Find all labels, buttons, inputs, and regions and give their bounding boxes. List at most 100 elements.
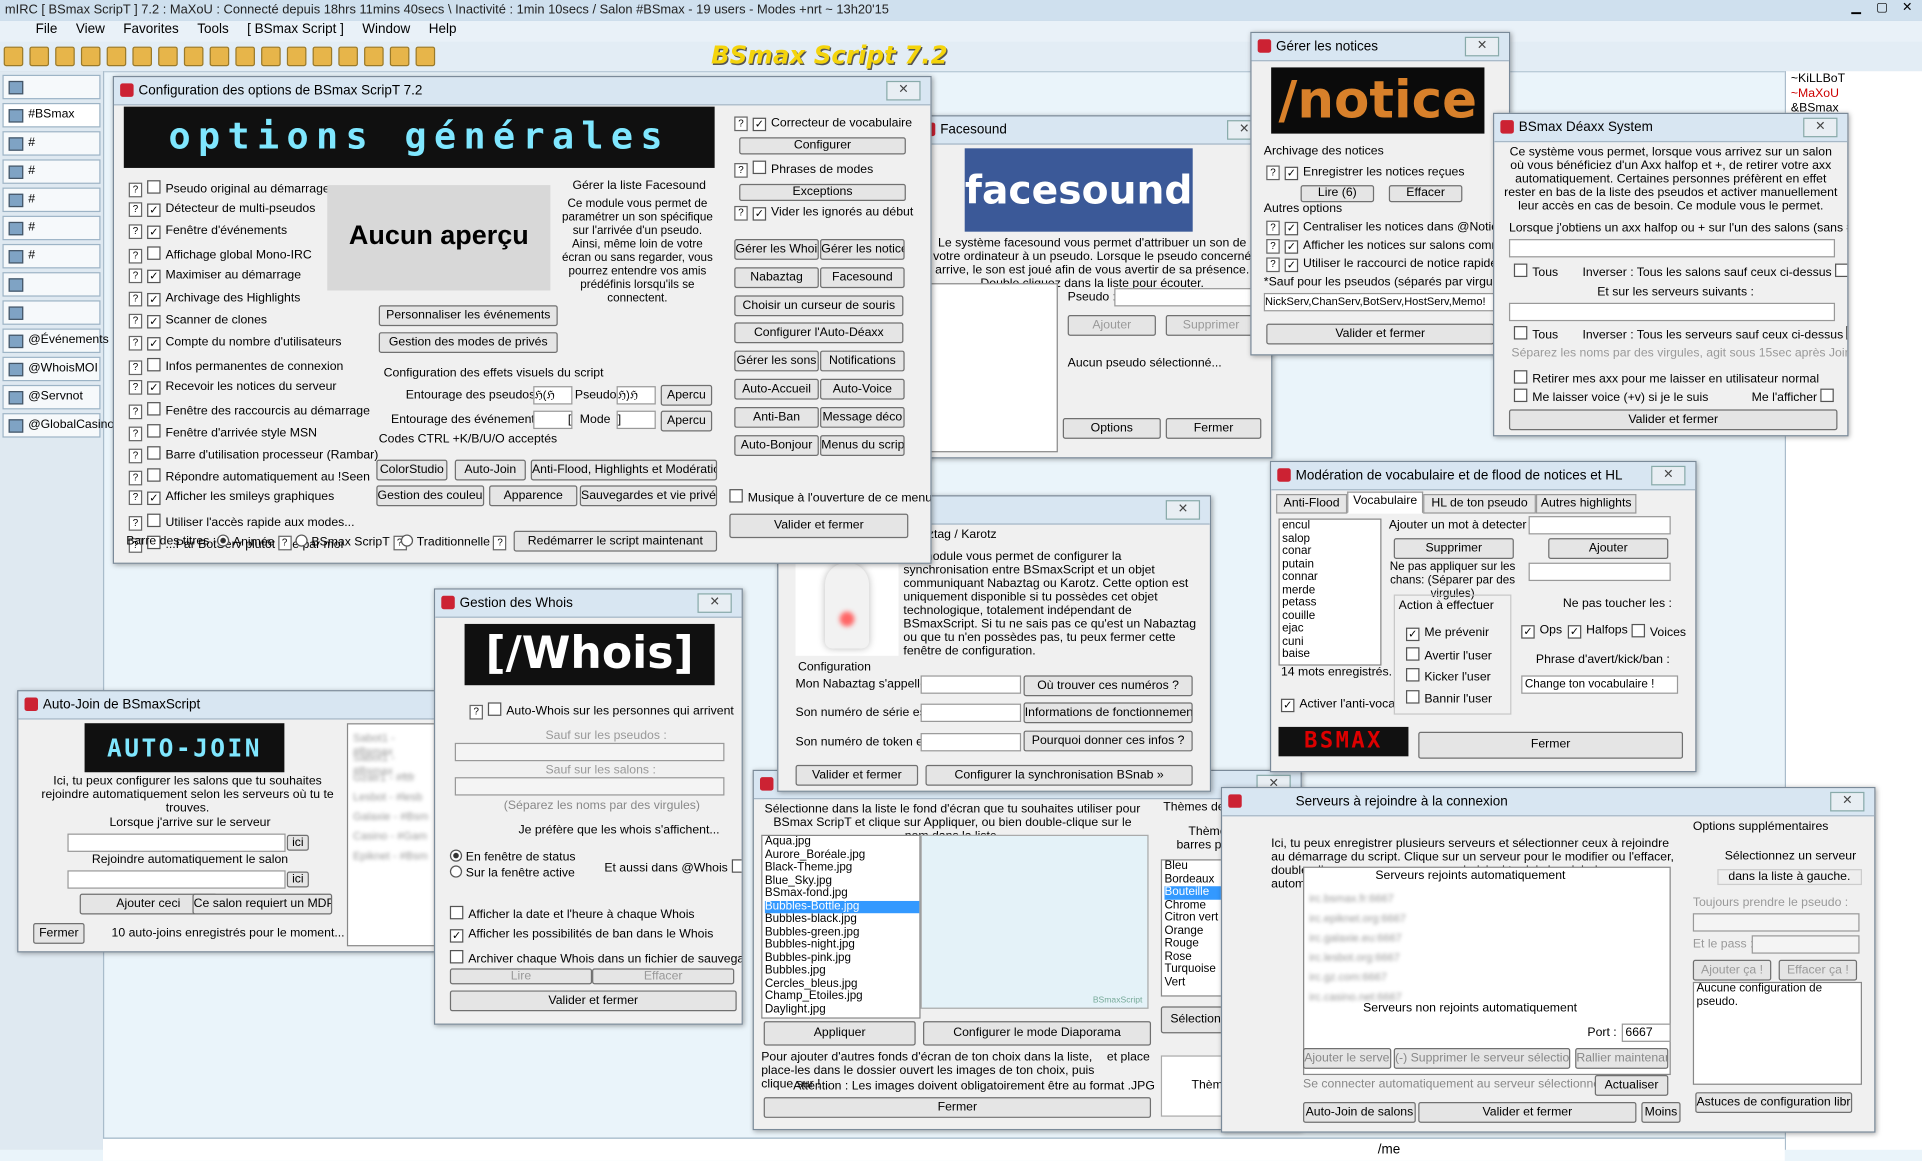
phrase-input[interactable]: Change ton vocabulaire ! (Ins: [1521, 675, 1679, 694]
nabaztag-serial-input[interactable]: [920, 703, 1022, 722]
close-icon[interactable]: ✕: [1902, 1, 1912, 14]
aussi-whois-check[interactable]: Et aussi dans @Whois: [604, 859, 742, 875]
appearance-button[interactable]: Apparence: [489, 485, 578, 507]
wallpaper-item[interactable]: Bubbles-black.jpg: [765, 913, 919, 926]
menu-file[interactable]: File: [28, 21, 64, 38]
option-grid-button[interactable]: Auto-Voice: [820, 378, 905, 400]
nabaztag-b1[interactable]: Où trouver ces numéros ?: [1023, 675, 1193, 697]
switchbar-item[interactable]: @WhoisMOI: [2, 356, 101, 382]
option-grid-button[interactable]: Notifications: [820, 350, 905, 372]
radio-bsmax[interactable]: BSmax ScripT ?: [295, 534, 411, 551]
menu-view[interactable]: View: [68, 21, 112, 38]
deaxx-close-icon[interactable]: ✕: [1803, 117, 1838, 138]
options-icon[interactable]: [29, 46, 50, 67]
correcteur-check[interactable]: ? ✓ Correcteur de vocabulaire: [734, 116, 912, 132]
wallpaper-item[interactable]: Bubbles.jpg: [765, 964, 919, 978]
help-icon[interactable]: ?: [128, 471, 143, 486]
help-icon[interactable]: ?: [128, 335, 143, 351]
menu-window[interactable]: Window: [355, 21, 418, 38]
servers-port-input[interactable]: 6667: [1621, 1023, 1671, 1042]
notify-icon[interactable]: [286, 46, 307, 67]
option-check[interactable]: ? Répondre automatiquement au !Seen: [128, 468, 370, 486]
vocab-chans-input[interactable]: [1528, 562, 1671, 582]
whois-ss-input[interactable]: [454, 777, 725, 796]
switchbar-item[interactable]: #BSmax: [2, 102, 101, 128]
facesound-add-button[interactable]: Ajouter: [1067, 315, 1156, 336]
touch-halfops[interactable]: ✓ Halfops: [1567, 624, 1628, 639]
checkbox[interactable]: [147, 424, 161, 438]
switchbar-item[interactable]: [2, 300, 101, 325]
servers-nick-input[interactable]: [1692, 913, 1860, 932]
checkbox[interactable]: ✓: [147, 314, 161, 329]
whois-archive-check[interactable]: Archiver chaque Whois dans un fichier de…: [449, 949, 742, 966]
help-icon[interactable]: ?: [128, 291, 143, 306]
diaporama-button[interactable]: Configurer le mode Diaporama: [923, 1021, 1152, 1046]
configurer-button[interactable]: Configurer: [739, 137, 906, 155]
menu-tools[interactable]: Tools: [190, 21, 236, 38]
whois-validate-button[interactable]: Valider et fermer: [449, 990, 737, 1012]
switchbar-item[interactable]: @Événements: [2, 328, 109, 354]
whois-ban-check[interactable]: ✓ Afficher les possibilités de ban dans l…: [449, 928, 713, 943]
nabaztag-b2[interactable]: Informations de fonctionnement: [1023, 702, 1193, 724]
colors-button[interactable]: Gestion des couleurs: [376, 485, 485, 507]
vocab-item[interactable]: baise: [1282, 648, 1380, 661]
vider-check[interactable]: ? ✓ Vider les ignorés au début: [734, 205, 913, 221]
servers-autojoin-button[interactable]: Auto-Join de salons: [1303, 1101, 1416, 1123]
notice-validate-button[interactable]: Valider et fermer: [1266, 323, 1495, 345]
whois-erase-button[interactable]: Effacer: [592, 968, 735, 985]
touch-ops[interactable]: ✓ Ops: [1521, 624, 1562, 639]
notice-c2[interactable]: ? ✓ Afficher les notices sur salons commun…: [1266, 239, 1509, 254]
auto-whois-check[interactable]: ? Auto-Whois sur les personnes qui arrive…: [469, 702, 734, 720]
vocab-item[interactable]: connar: [1282, 571, 1380, 584]
option-grid-button[interactable]: Choisir un curseur de souris: [734, 294, 904, 316]
channel-input[interactable]: [67, 870, 286, 889]
colorstudio-button[interactable]: ColorStudio: [376, 459, 448, 481]
tile-icon[interactable]: [364, 46, 384, 67]
switchbar-item[interactable]: #: [2, 159, 101, 184]
notice-read-button[interactable]: Lire (6): [1300, 185, 1375, 203]
servers-less-button[interactable]: Moins: [1641, 1101, 1681, 1123]
scripts-icon[interactable]: [158, 46, 178, 67]
deaxx-tous1[interactable]: Tous: [1513, 263, 1558, 279]
autojoin-open-button[interactable]: Auto-Join: [454, 459, 526, 481]
checkbox[interactable]: [147, 512, 161, 527]
nabaztag-token-input[interactable]: [920, 733, 1022, 752]
menu-favorites[interactable]: Favorites: [116, 21, 186, 38]
vocab-list[interactable]: encul salop conar putain connar merde petass co…: [1278, 518, 1382, 666]
wallpaper-close-button[interactable]: Fermer: [763, 1097, 1152, 1118]
help-icon[interactable]: ?: [128, 224, 143, 240]
checkbox[interactable]: ✓: [147, 381, 161, 395]
channels-icon[interactable]: [132, 46, 152, 67]
deaxx-validate-button[interactable]: Valider et fermer: [1508, 409, 1838, 431]
checkbox[interactable]: ✓: [147, 292, 161, 306]
servers-join-button[interactable]: Rallier maintenant: [1575, 1048, 1669, 1069]
backups-button[interactable]: Sauvegardes et vie privée: [579, 485, 718, 507]
event-preview-button[interactable]: Apercu: [660, 410, 713, 432]
option-check[interactable]: ? ✓ Compte du nombre d'utilisateurs: [128, 335, 342, 351]
whois-date-check[interactable]: Afficher la date et l'heure à chaque Who…: [449, 905, 695, 922]
phrases-check[interactable]: ? Phrases de modes: [734, 160, 873, 178]
radio-status[interactable]: En fenêtre de status: [449, 849, 576, 864]
minimize-icon[interactable]: ▁: [1851, 1, 1860, 14]
touch-voices[interactable]: Voices: [1631, 623, 1686, 640]
event-right-input[interactable]: ]: [616, 410, 656, 430]
nabaztag-sync-button[interactable]: Configurer la synchronisation BSnab »: [925, 764, 1193, 786]
switchbar-item[interactable]: #: [2, 131, 101, 156]
help-icon[interactable]: ?: [128, 313, 143, 329]
deaxx-r1[interactable]: Retirer mes axx pour me laisser en utili…: [1513, 370, 1819, 386]
servers-close-icon[interactable]: ✕: [1830, 791, 1865, 812]
facesound-del-button[interactable]: Supprimer: [1165, 315, 1257, 336]
vocab-item[interactable]: ejac: [1282, 622, 1380, 636]
help-icon[interactable]: ?: [128, 202, 143, 218]
cascade-icon[interactable]: [338, 46, 358, 67]
notice-save-check[interactable]: ? ✓ Enregistrer les notices reçues: [1266, 165, 1465, 181]
wallpaper-item[interactable]: Aqua.jpg: [765, 836, 919, 849]
server-ici-button[interactable]: ici: [286, 834, 309, 851]
option-check[interactable]: ? ✓ Scanner de clones: [128, 313, 267, 329]
switchbar-item[interactable]: [2, 74, 101, 100]
vocab-item[interactable]: conar: [1282, 545, 1380, 558]
deaxx-inv2[interactable]: Inverser : Tous les serveurs sauf ceux c…: [1583, 326, 1848, 342]
option-grid-button[interactable]: Facesound: [820, 266, 905, 288]
radio-traditionnelle[interactable]: Traditionnelle ?: [400, 534, 512, 551]
option-check[interactable]: ? ✓ Maximiser au démarrage: [128, 268, 301, 284]
